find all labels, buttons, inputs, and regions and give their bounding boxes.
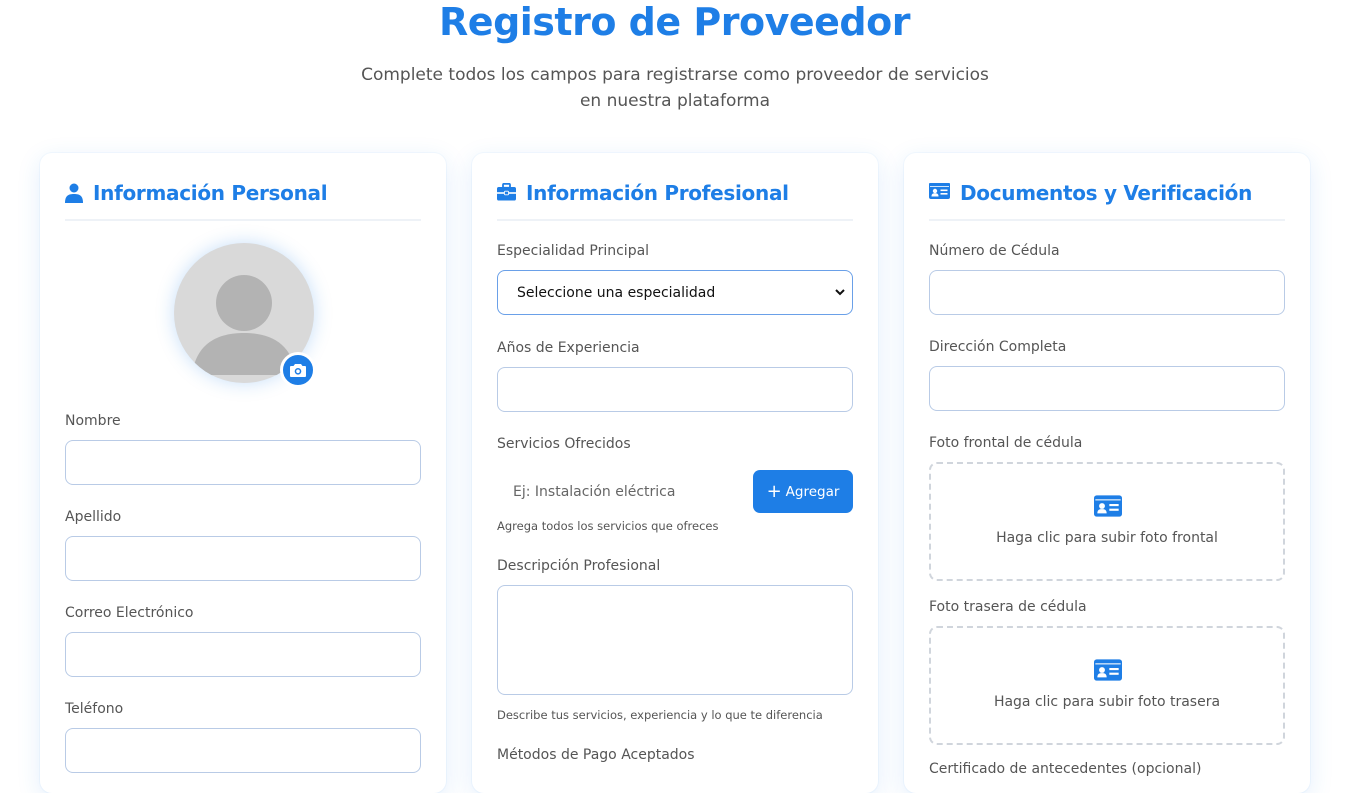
email-field[interactable] [65,632,421,677]
pagos-label: Métodos de Pago Aceptados [497,747,695,763]
camera-icon [290,364,306,377]
apellido-label: Apellido [65,509,122,525]
apellido-field[interactable] [65,536,421,581]
descripcion-label: Descripción Profesional [497,558,661,574]
nombre-field[interactable] [65,440,421,485]
cedula-field[interactable] [929,270,1285,315]
chevron-down-icon [835,289,845,296]
nombre-label: Nombre [65,413,121,429]
page-subtitle: Complete todos los campos para registrar… [330,62,1020,114]
experiencia-field[interactable] [497,367,853,412]
correo-label: Correo Electrónico [65,605,194,621]
documents-card: Documentos y Verificación Número de Cédu… [904,153,1310,793]
foto-frontal-label: Foto frontal de cédula [929,435,1083,451]
professional-info-card: Información Profesional Especialidad Pri… [472,153,878,793]
direccion-field[interactable] [929,366,1285,411]
certificado-label: Certificado de antecedentes (opcional) [929,761,1202,777]
user-icon [65,183,83,203]
add-service-button[interactable]: + Agregar [753,470,853,513]
professional-info-title: Información Profesional [526,181,789,205]
descripcion-hint: Describe tus servicios, experiencia y lo… [497,708,823,722]
experiencia-label: Años de Experiencia [497,340,640,356]
foto-trasera-label: Foto trasera de cédula [929,599,1087,615]
upload-photo-button[interactable] [280,352,316,388]
upload-back-id[interactable]: Haga clic para subir foto trasera [929,626,1285,745]
id-card-icon [1094,659,1122,681]
servicio-input[interactable]: Ej: Instalación eléctrica [513,484,675,500]
subtitle-line-1: Complete todos los campos para registrar… [361,65,989,85]
personal-info-title: Información Personal [93,181,328,205]
plus-icon: + [766,480,782,502]
id-card-icon [1094,495,1122,517]
descripcion-textarea[interactable] [497,585,853,695]
profile-photo[interactable] [174,243,316,388]
especialidad-label: Especialidad Principal [497,243,650,259]
servicios-hint: Agrega todos los servicios que ofreces [497,519,719,533]
upload-front-id[interactable]: Haga clic para subir foto frontal [929,462,1285,581]
upload-back-text: Haga clic para subir foto trasera [993,694,1221,710]
telefono-label: Teléfono [65,701,124,717]
briefcase-icon [497,183,516,201]
cedula-label: Número de Cédula [929,243,1060,259]
phone-field[interactable] [65,728,421,773]
servicios-label: Servicios Ofrecidos [497,436,631,452]
professional-info-header: Información Profesional [497,179,853,221]
add-service-label: Agregar [785,483,840,500]
especialidad-selected: Seleccione una especialidad [517,284,716,301]
subtitle-line-2: en nuestra plataforma [579,91,771,111]
upload-front-text: Haga clic para subir foto frontal [996,530,1218,546]
personal-info-card: Información Personal Nombre Apellido Cor [40,153,446,793]
documents-title: Documentos y Verificación [960,181,1253,205]
id-card-icon [929,183,950,199]
page-title: Registro de Proveedor [439,0,910,44]
documents-header: Documentos y Verificación [929,179,1285,221]
direccion-label: Dirección Completa [929,339,1067,355]
personal-info-header: Información Personal [65,179,421,221]
especialidad-select[interactable]: Seleccione una especialidad [497,270,853,315]
